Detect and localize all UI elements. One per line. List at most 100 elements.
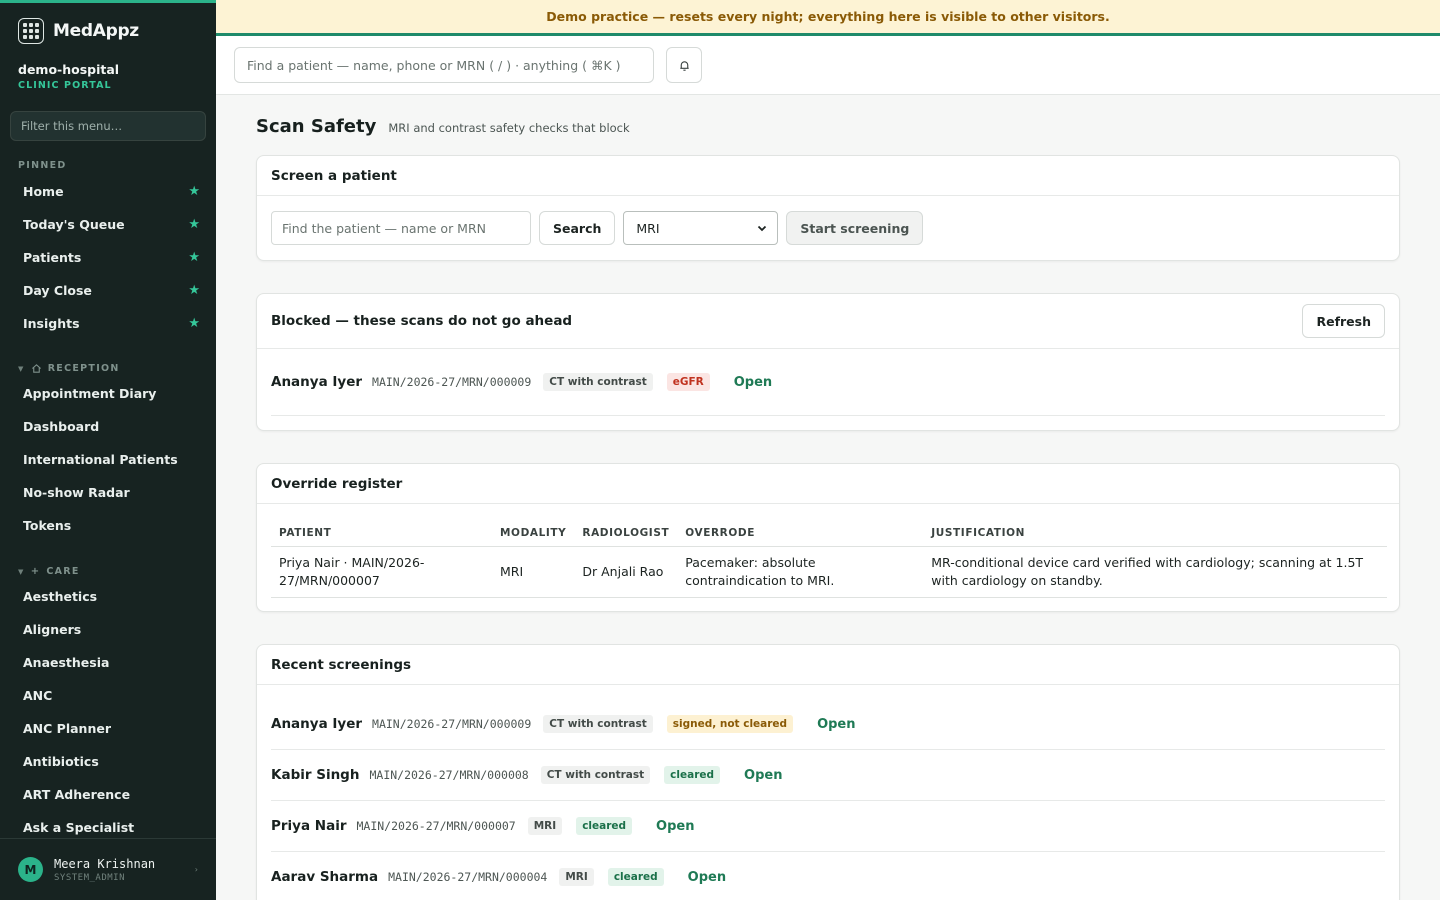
sidebar-item-anc-planner[interactable]: ANC Planner bbox=[0, 712, 216, 745]
sidebar-item-tokens[interactable]: Tokens bbox=[0, 509, 216, 542]
col-modality: MODALITY bbox=[492, 516, 575, 547]
sidebar-item-anaesthesia[interactable]: Anaesthesia bbox=[0, 646, 216, 679]
reception-section-title[interactable]: ▼ RECEPTION bbox=[0, 363, 216, 374]
modality-select[interactable]: MRI bbox=[623, 211, 779, 245]
sidebar-item-label: Aesthetics bbox=[23, 589, 98, 604]
modality-value: MRI bbox=[636, 220, 660, 236]
brand-logo-icon bbox=[18, 18, 44, 44]
open-link[interactable]: Open bbox=[744, 768, 782, 783]
status-badge: cleared bbox=[664, 766, 721, 784]
card-title: Screen a patient bbox=[271, 167, 397, 184]
card-header: Blocked — these scans do not go ahead Re… bbox=[257, 294, 1399, 349]
override-table: PATIENT MODALITY RADIOLOGIST OVERRODE JU… bbox=[271, 516, 1387, 598]
sidebar-item-day-close[interactable]: Day Close ★ bbox=[0, 274, 216, 307]
patient-name: Aarav Sharma bbox=[271, 869, 379, 885]
patient-mrn: MAIN/2026-27/MRN/000009 bbox=[372, 717, 532, 731]
table-row: Aarav Sharma MAIN/2026-27/MRN/000004 MRI… bbox=[271, 852, 1385, 900]
scan-tag: CT with contrast bbox=[543, 373, 653, 391]
pinned-title-text: PINNED bbox=[18, 160, 67, 171]
care-list: Aesthetics Aligners Anaesthesia ANC ANC … bbox=[0, 580, 216, 844]
page-subtitle: MRI and contrast safety checks that bloc… bbox=[388, 121, 630, 135]
open-link[interactable]: Open bbox=[817, 717, 855, 732]
pinned-section-title: PINNED bbox=[0, 160, 216, 171]
override-patient: Priya Nair · MAIN/2026-27/MRN/000007 bbox=[271, 546, 492, 598]
org-name: demo-hospital bbox=[18, 62, 120, 77]
open-link[interactable]: Open bbox=[688, 870, 726, 885]
table-row: Kabir Singh MAIN/2026-27/MRN/000008 CT w… bbox=[271, 750, 1385, 801]
sidebar-item-international-patients[interactable]: International Patients bbox=[0, 443, 216, 476]
patient-name: Ananya Iyer bbox=[271, 374, 363, 390]
sidebar-item-label: Today's Queue bbox=[23, 217, 125, 232]
care-title-text: CARE bbox=[46, 566, 80, 577]
global-search-input[interactable]: Find a patient — name, phone or MRN ( / … bbox=[234, 47, 654, 83]
sidebar-item-anc[interactable]: ANC bbox=[0, 679, 216, 712]
open-link[interactable]: Open bbox=[656, 819, 694, 834]
chevron-down-icon bbox=[758, 225, 767, 232]
reception-title-text: RECEPTION bbox=[47, 363, 120, 374]
sidebar-item-insights[interactable]: Insights ★ bbox=[0, 307, 216, 340]
care-section-title[interactable]: ▼ + CARE bbox=[0, 566, 216, 577]
sidebar-item-label: Insights bbox=[23, 316, 80, 331]
table-row: Ananya Iyer MAIN/2026-27/MRN/000009 CT w… bbox=[271, 349, 1385, 416]
demo-banner: Demo practice — resets every night; ever… bbox=[216, 0, 1440, 36]
patient-name: Priya Nair bbox=[271, 818, 347, 834]
page-header: Scan Safety MRI and contrast safety chec… bbox=[256, 116, 1400, 138]
sidebar-item-label: Antibiotics bbox=[23, 754, 99, 769]
sidebar-item-label: ANC Planner bbox=[23, 721, 111, 736]
brand[interactable]: MedAppz bbox=[0, 3, 216, 45]
star-icon[interactable]: ★ bbox=[188, 316, 200, 331]
status-badge: signed, not cleared bbox=[666, 715, 794, 733]
table-header-row: PATIENT MODALITY RADIOLOGIST OVERRODE JU… bbox=[271, 516, 1387, 547]
card-header: Screen a patient bbox=[257, 156, 1399, 196]
card-title: Recent screenings bbox=[271, 656, 412, 673]
sidebar: MedAppz demo-hospital CLINIC PORTAL Filt… bbox=[0, 0, 216, 900]
col-overrode: OVERRODE bbox=[677, 516, 924, 547]
sidebar-item-patients[interactable]: Patients ★ bbox=[0, 241, 216, 274]
star-icon[interactable]: ★ bbox=[188, 184, 200, 199]
star-icon[interactable]: ★ bbox=[188, 283, 200, 298]
block-reason-badge: eGFR bbox=[666, 373, 710, 391]
user-menu[interactable]: M Meera Krishnan SYSTEM_ADMIN › bbox=[0, 838, 216, 900]
card-header: Override register bbox=[257, 464, 1399, 504]
sidebar-item-appointment-diary[interactable]: Appointment Diary bbox=[0, 377, 216, 410]
patient-search-input[interactable]: Find the patient — name or MRN bbox=[271, 211, 531, 245]
notifications-button[interactable] bbox=[666, 47, 702, 83]
patient-name: Kabir Singh bbox=[271, 767, 360, 783]
refresh-button[interactable]: Refresh bbox=[1302, 304, 1385, 338]
search-button[interactable]: Search bbox=[539, 211, 616, 245]
star-icon[interactable]: ★ bbox=[188, 217, 200, 232]
sidebar-item-dashboard[interactable]: Dashboard bbox=[0, 410, 216, 443]
sidebar-item-todays-queue[interactable]: Today's Queue ★ bbox=[0, 208, 216, 241]
sidebar-item-home[interactable]: Home ★ bbox=[0, 175, 216, 208]
scan-tag: MRI bbox=[559, 868, 594, 886]
sidebar-item-label: Home bbox=[23, 184, 64, 199]
home-icon bbox=[31, 364, 41, 373]
patient-mrn: MAIN/2026-27/MRN/000009 bbox=[372, 375, 532, 389]
recent-screenings-card: Recent screenings Ananya Iyer MAIN/2026-… bbox=[256, 644, 1400, 900]
table-row: Priya Nair · MAIN/2026-27/MRN/000007 MRI… bbox=[271, 546, 1387, 598]
main-content: Scan Safety MRI and contrast safety chec… bbox=[256, 95, 1400, 900]
sidebar-item-aesthetics[interactable]: Aesthetics bbox=[0, 580, 216, 613]
sidebar-item-no-show-radar[interactable]: No-show Radar bbox=[0, 476, 216, 509]
sidebar-item-antibiotics[interactable]: Antibiotics bbox=[0, 745, 216, 778]
pinned-list: Home ★ Today's Queue ★ Patients ★ Day Close… bbox=[0, 175, 216, 340]
sidebar-item-art-adherence[interactable]: ART Adherence bbox=[0, 778, 216, 811]
caret-down-icon: ▼ bbox=[18, 567, 25, 576]
star-icon[interactable]: ★ bbox=[188, 250, 200, 265]
card-title: Override register bbox=[271, 475, 403, 492]
user-name: Meera Krishnan bbox=[54, 856, 156, 871]
card-header: Recent screenings bbox=[257, 645, 1399, 685]
override-table-wrap: PATIENT MODALITY RADIOLOGIST OVERRODE JU… bbox=[257, 504, 1399, 598]
patient-name: Ananya Iyer bbox=[271, 716, 363, 732]
patient-mrn: MAIN/2026-27/MRN/000007 bbox=[356, 819, 516, 833]
patient-mrn: MAIN/2026-27/MRN/000008 bbox=[369, 768, 529, 782]
user-role: SYSTEM_ADMIN bbox=[54, 872, 126, 883]
topbar: Find a patient — name, phone or MRN ( / … bbox=[216, 36, 1440, 95]
menu-filter-input[interactable]: Filter this menu… bbox=[10, 111, 206, 141]
sidebar-item-aligners[interactable]: Aligners bbox=[0, 613, 216, 646]
override-modality: MRI bbox=[492, 546, 575, 598]
start-screening-button[interactable]: Start screening bbox=[786, 211, 924, 245]
override-justification: MR-conditional device card verified with… bbox=[923, 546, 1387, 598]
open-link[interactable]: Open bbox=[734, 375, 772, 390]
sidebar-item-label: Appointment Diary bbox=[23, 386, 157, 401]
